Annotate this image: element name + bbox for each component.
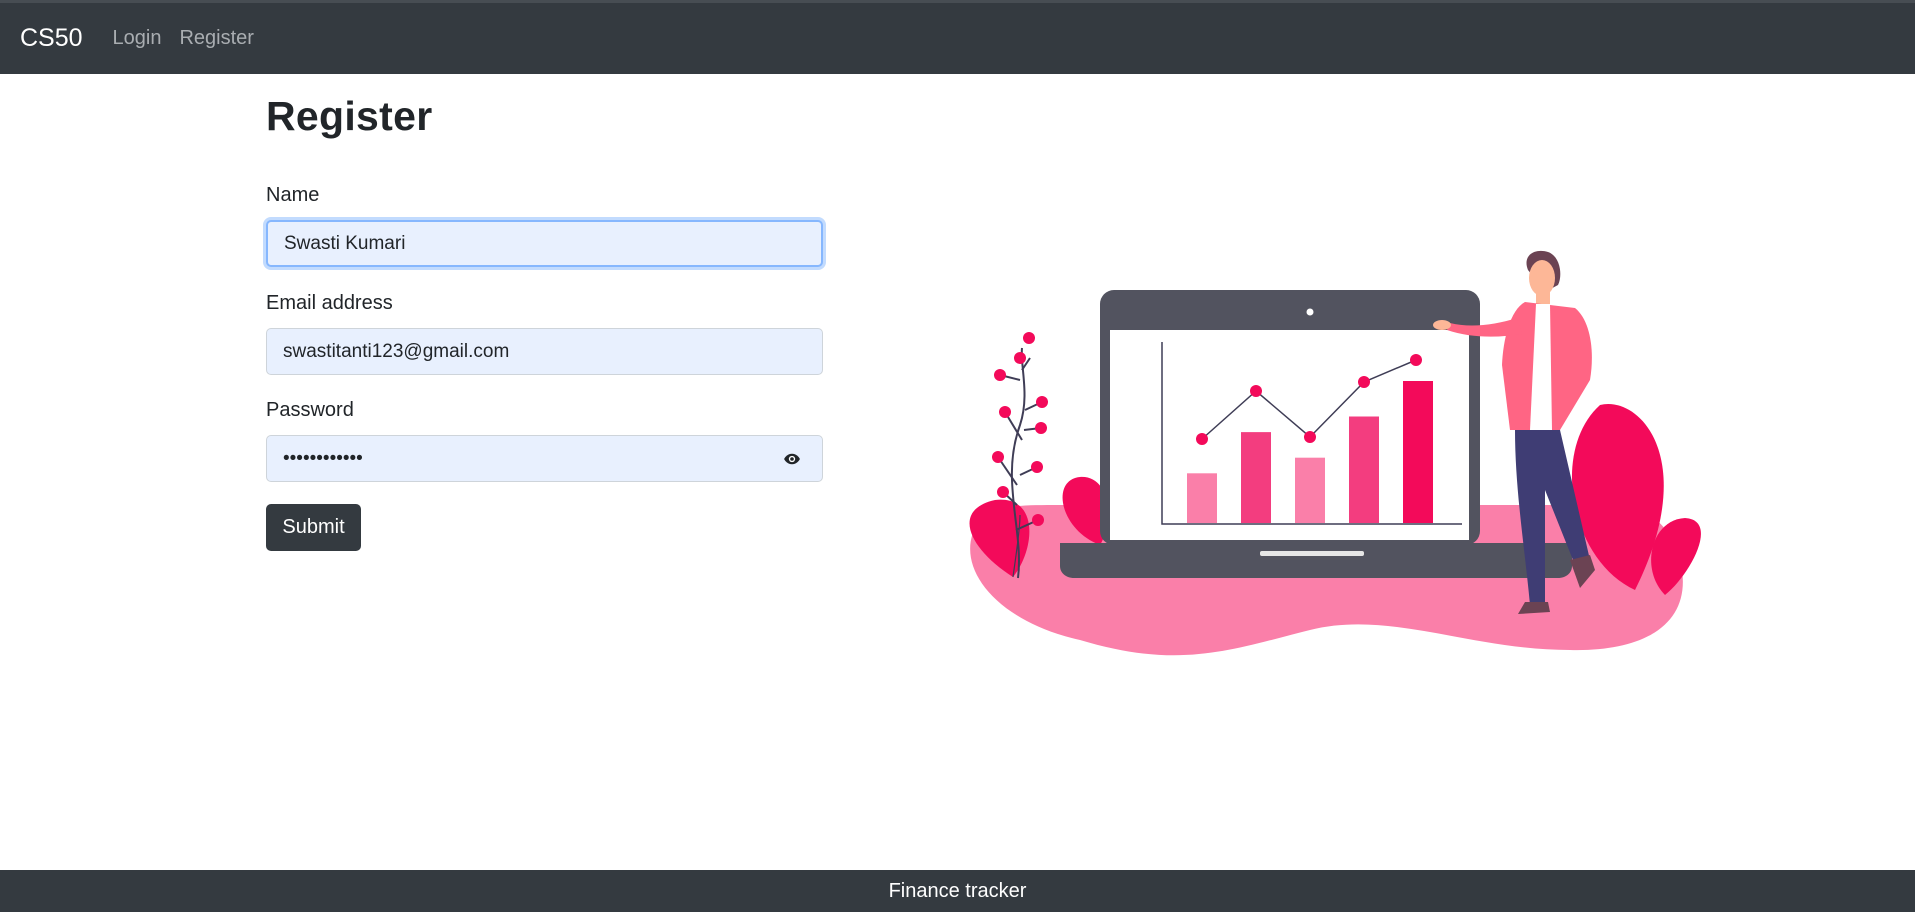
name-label: Name xyxy=(266,184,320,206)
chart-bar xyxy=(1295,457,1325,523)
laptop-base xyxy=(1060,543,1572,578)
eye-icon[interactable] xyxy=(783,450,801,468)
chart-bar xyxy=(1187,473,1217,523)
email-label: Email address xyxy=(266,292,393,314)
submit-button[interactable]: Submit xyxy=(266,504,361,551)
page-title: Register xyxy=(266,93,433,139)
berries xyxy=(992,332,1048,526)
chart-bar xyxy=(1349,416,1379,523)
brand-link[interactable]: CS50 xyxy=(20,24,83,53)
register-form: Register Name Email address Password Sub… xyxy=(266,74,823,551)
nav-link-login[interactable]: Login xyxy=(113,27,162,50)
password-input[interactable] xyxy=(266,435,823,482)
email-group: Email address xyxy=(266,292,823,375)
navbar: CS50 Login Register xyxy=(0,0,1915,74)
password-group: Password xyxy=(266,399,823,482)
name-group: Name xyxy=(266,184,823,267)
email-input[interactable] xyxy=(266,328,823,375)
footer: Finance tracker xyxy=(0,870,1915,912)
password-label: Password xyxy=(266,399,354,421)
finance-illustration xyxy=(969,250,1701,656)
chart-bar xyxy=(1403,381,1433,523)
chart-bar xyxy=(1241,432,1271,523)
name-input[interactable] xyxy=(266,220,823,267)
nav-link-register[interactable]: Register xyxy=(179,27,253,50)
